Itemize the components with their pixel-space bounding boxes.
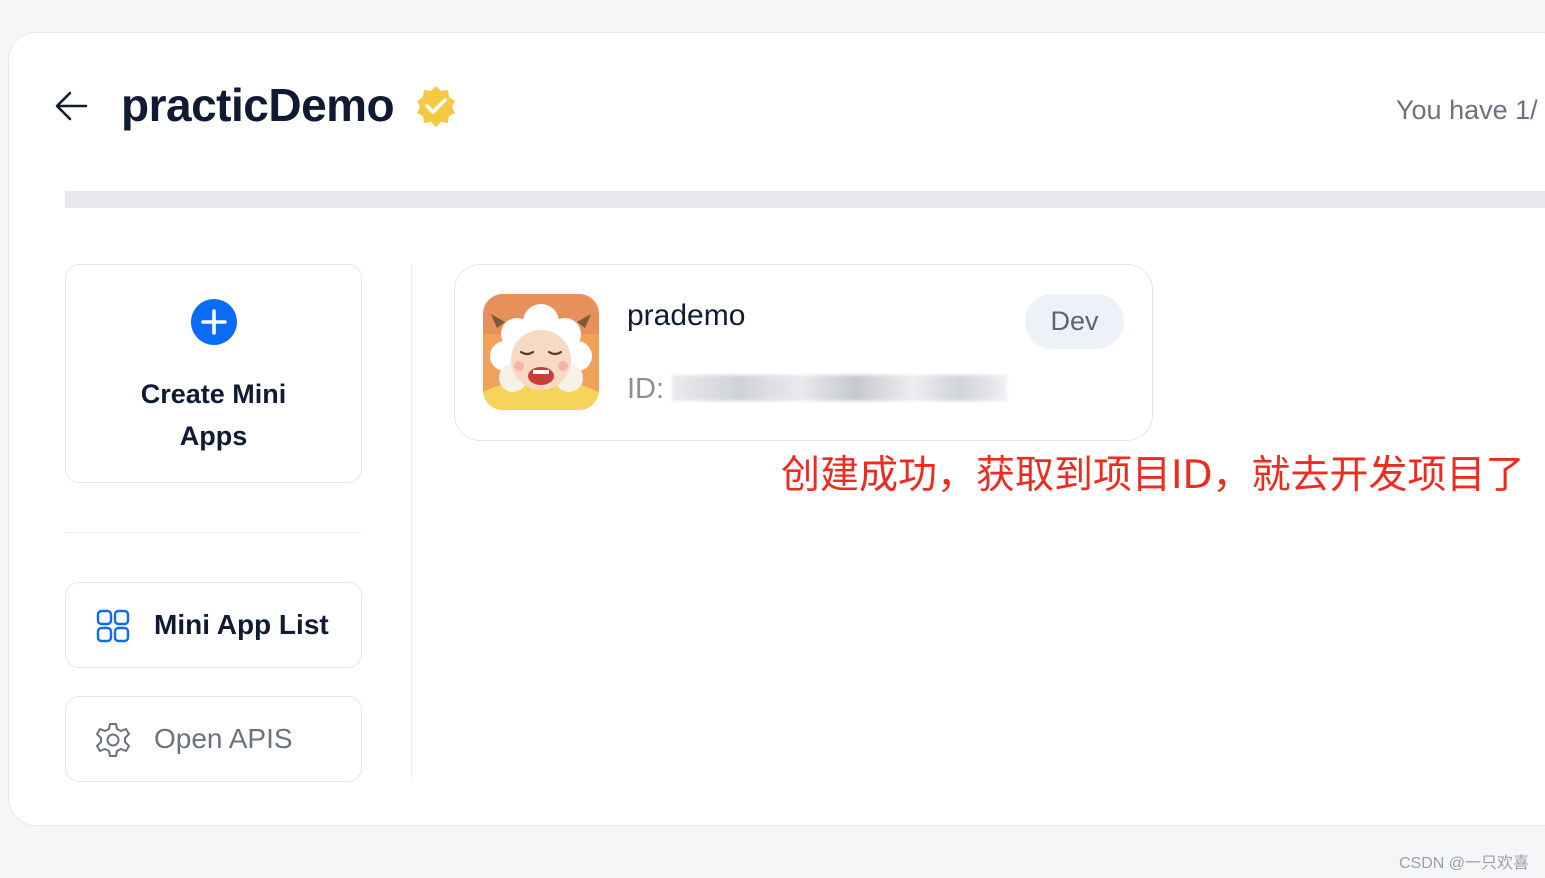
app-id-label: ID: [627,373,665,405]
sidebar-divider [65,532,362,533]
app-name: prademo [627,299,746,332]
create-mini-app-button[interactable]: Create Mini Apps [65,264,362,483]
app-id-value-obscured: 1 [672,375,1008,402]
mini-app-card[interactable]: prademo ID: 1 Dev [454,264,1153,441]
sidebar-item-open-apis[interactable]: Open APIS [65,696,362,782]
verified-badge-icon [414,84,458,128]
grid-icon [94,607,132,645]
sidebar-item-label: Open APIS [154,723,293,754]
watermark: CSDN @一只欢喜 [1398,855,1529,872]
sidebar-item-mini-app-list[interactable]: Mini App List [65,582,362,668]
quota-progress-bar [65,191,1545,208]
app-id: ID: 1 [627,373,1008,406]
create-mini-app-label: Create Mini Apps [66,373,361,457]
app-avatar [483,294,599,410]
content-divider [411,264,412,782]
environment-badge: Dev [1025,294,1124,349]
create-mini-app-text: Create Mini Apps [140,379,287,451]
page-title: practicDemo [121,79,395,131]
back-arrow-icon[interactable] [50,84,94,128]
quota-text: You have 1/ [1396,95,1538,125]
sidebar-item-label: Mini App List [154,609,329,640]
gear-icon [94,721,132,759]
annotation-text: 创建成功，获取到项目ID，就去开发项目了 [781,453,1525,498]
plus-circle-icon [190,298,238,346]
